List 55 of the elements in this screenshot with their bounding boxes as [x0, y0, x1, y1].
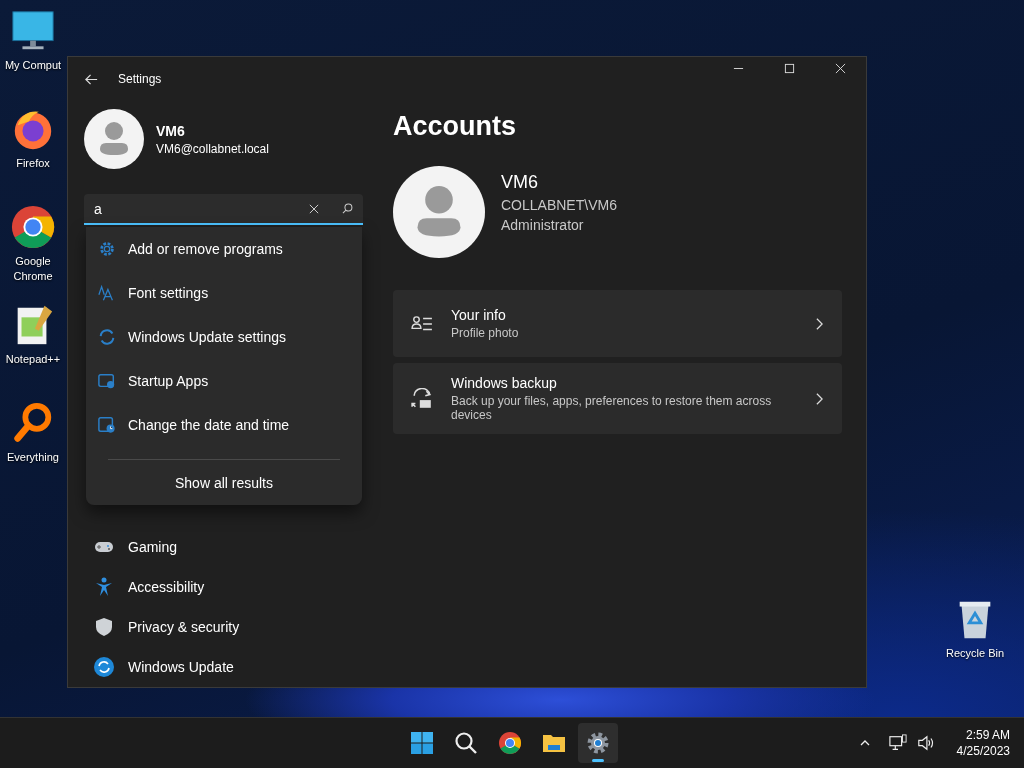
avatar-icon — [84, 109, 144, 169]
chevron-right-icon — [815, 391, 824, 406]
gear-icon — [586, 731, 610, 755]
app-window-icon — [98, 372, 116, 390]
desktop-icon-label[interactable]: My Comput — [4, 58, 62, 73]
desktop-icon-label[interactable]: Firefox — [16, 156, 50, 171]
show-all-results-button[interactable]: Show all results — [86, 461, 362, 505]
settings-card[interactable]: Your info Profile photo — [393, 290, 842, 357]
search-icon[interactable] — [342, 203, 353, 214]
nav-item[interactable]: Windows Update — [84, 647, 384, 687]
taskbar-button[interactable] — [578, 723, 618, 763]
calendar-clock-icon — [98, 416, 116, 434]
card-title: Your info — [451, 307, 507, 323]
shield-icon — [94, 617, 114, 637]
sync-icon — [98, 328, 116, 346]
nav-item[interactable]: Privacy & security — [84, 607, 384, 647]
browser-icon[interactable] — [10, 204, 56, 250]
user-name: VM6 — [501, 171, 539, 193]
page-title: Accounts — [393, 111, 518, 142]
sync-icon — [94, 657, 114, 677]
desktop-icon-label[interactable]: Recycle Bin — [945, 646, 1005, 661]
card-title: Windows backup — [451, 375, 558, 391]
search-result[interactable]: Windows Update settings — [86, 315, 362, 359]
accessibility-icon — [94, 577, 114, 597]
search-field[interactable]: a — [84, 194, 363, 225]
search-result[interactable]: Font settings — [86, 271, 362, 315]
search-result[interactable]: Change the date and time — [86, 403, 362, 447]
user-role: Administrator — [501, 216, 585, 233]
desktop-icon-label[interactable]: Notepad++ — [5, 352, 61, 367]
avatar-icon — [393, 166, 485, 258]
user-name: VM6 — [156, 122, 186, 139]
search-icon — [454, 731, 478, 755]
backup-icon — [411, 387, 433, 410]
font-icon — [98, 284, 116, 302]
clock-date[interactable]: 4/25/2023 — [956, 743, 1010, 759]
desktop-icon-label[interactable]: Google Chrome — [0, 254, 66, 284]
clear-icon[interactable] — [309, 203, 319, 214]
settings-card[interactable]: Windows backup Back up your files, apps, preferences to restore them across devices — [393, 363, 842, 434]
card-description: Back up your files, apps, preferences to restore them across devices — [451, 394, 773, 422]
user-domain: COLLABNET\VM6 — [501, 196, 617, 213]
chevron-right-icon — [815, 316, 824, 331]
clock-time[interactable]: 2:59 AM — [965, 727, 1010, 743]
speaker-icon[interactable] — [916, 734, 935, 752]
desktop-icon-label[interactable]: Everything — [7, 450, 59, 465]
user-email: VM6@collabnet.local — [156, 141, 269, 156]
search-result[interactable]: Add or remove programs — [86, 227, 362, 271]
gear-icon — [98, 240, 116, 258]
nav-item[interactable]: Gaming — [84, 527, 384, 567]
window-title: Settings — [118, 72, 162, 86]
nav-item[interactable]: Accessibility — [84, 567, 384, 607]
browser-icon — [498, 731, 522, 755]
windows-logo-icon — [410, 731, 434, 755]
network-icon[interactable] — [888, 734, 907, 752]
search-result[interactable]: Startup Apps — [86, 359, 362, 403]
card-description: Profile photo — [451, 326, 520, 340]
